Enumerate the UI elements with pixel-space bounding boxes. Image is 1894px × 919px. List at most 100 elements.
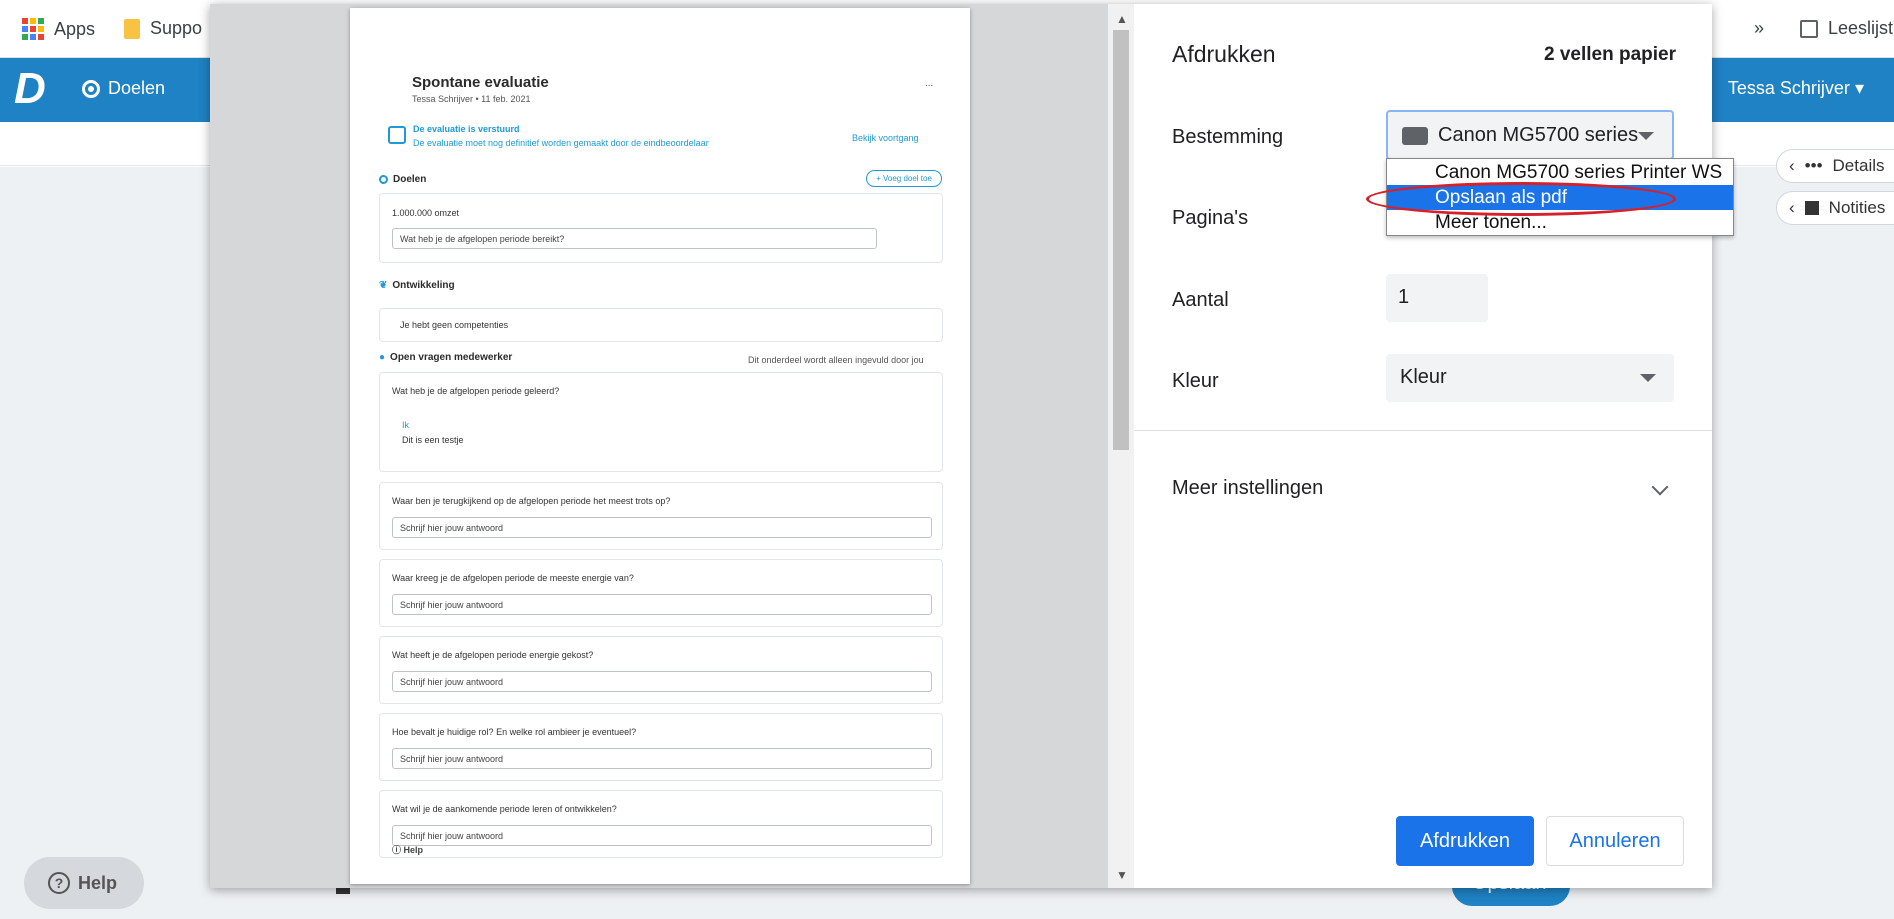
dropdown-option-printer[interactable]: Canon MG5700 series Printer WS: [1387, 160, 1733, 185]
preview-scroll-thumb[interactable]: [1113, 30, 1129, 450]
sheet-count: 2 vellen papier: [1543, 44, 1676, 65]
app-logo[interactable]: D: [14, 65, 54, 113]
notities-label: Notities: [1828, 198, 1886, 217]
question-text: Waar ben je terugkijkend op de afgelopen…: [392, 496, 671, 506]
question-text: Hoe bevalt je huidige rol? En welke rol …: [392, 727, 637, 737]
question-card: Wat heeft je de afgelopen periode energi…: [379, 636, 943, 704]
nav-doelen-label: Doelen: [108, 78, 166, 98]
chevron-left-icon: ‹: [1789, 198, 1795, 217]
competences-card: Je hebt geen competenties: [379, 308, 943, 342]
print-settings: Afdrukken 2 vellen papier Bestemming Can…: [1134, 4, 1712, 888]
reading-list-icon: [1800, 19, 1818, 38]
progress-link: Bekijk voortgang: [852, 133, 919, 143]
add-goal-label: Voeg doel toe: [882, 174, 932, 183]
question-text: Wat heb je de afgelopen periode geleerd?: [392, 386, 560, 396]
printer-icon: [1402, 127, 1428, 145]
info-note: Dit onderdeel wordt alleen ingevuld door…: [748, 355, 924, 365]
question-card: Wat heb je de afgelopen periode geleerd?…: [379, 372, 943, 472]
sprout-icon: ❦: [379, 280, 388, 291]
color-value: Kleur: [1400, 366, 1447, 388]
print-button[interactable]: Afdrukken: [1396, 816, 1534, 866]
nav-doelen[interactable]: Doelen: [82, 78, 165, 99]
section-doelen-label: Doelen: [393, 174, 427, 185]
answer-textarea: Schrijf hier jouw antwoord: [392, 671, 932, 692]
notities-button[interactable]: ‹ Notities: [1776, 191, 1894, 225]
question-text: Waar kreeg je de afgelopen periode de me…: [392, 573, 634, 583]
destination-select[interactable]: Canon MG5700 series: [1386, 110, 1674, 160]
answer-textarea: Schrijf hier jouw antwoord: [392, 825, 932, 846]
color-label: Kleur: [1172, 370, 1219, 392]
caret-down-icon: ▾: [1854, 78, 1864, 98]
sent-title: De evaluatie is verstuurd: [413, 124, 520, 134]
answer-textarea: Schrijf hier jouw antwoord: [392, 517, 932, 538]
bookmark-support[interactable]: Suppo: [124, 18, 202, 39]
chevron-left-icon: ‹: [1789, 156, 1795, 175]
question-icon: ?: [48, 872, 70, 894]
question-text: Wat heeft je de afgelopen periode energi…: [392, 650, 594, 660]
target-icon: [379, 175, 388, 184]
pages-label: Pagina's: [1172, 207, 1249, 229]
copies-label: Aantal: [1172, 289, 1229, 311]
apps-grid-icon: [22, 18, 44, 40]
help-label: Help: [78, 872, 118, 893]
help-button[interactable]: ? Help: [24, 857, 144, 909]
reading-list-label: Leeslijst: [1828, 18, 1894, 38]
scroll-down-icon[interactable]: ▼: [1116, 868, 1128, 882]
calendar-icon: [388, 126, 406, 144]
highlight-annotation: [1366, 182, 1676, 216]
bookmark-apps-label: Apps: [54, 18, 96, 39]
question-card: Wat wil je de aankomende periode leren o…: [379, 790, 943, 858]
target-icon: [82, 79, 100, 98]
cancel-button[interactable]: Annuleren: [1546, 816, 1684, 866]
goal-name: 1.000.000 omzet: [392, 208, 460, 218]
question-card: Waar ben je terugkijkend op de afgelopen…: [379, 482, 943, 550]
copies-input[interactable]: 1: [1386, 274, 1488, 322]
print-dialog: Spontane evaluatie Tessa Schrijver • 11 …: [210, 4, 1712, 888]
preview-page: Spontane evaluatie Tessa Schrijver • 11 …: [350, 8, 970, 884]
section-ontwikkeling-label: Ontwikkeling: [392, 280, 455, 291]
goal-card: 1.000.000 omzet Wat heb je de afgelopen …: [379, 193, 943, 263]
page-help: ⓘ Help: [392, 845, 424, 855]
user-icon: ●: [379, 352, 386, 363]
answer-text: Dit is een testje: [402, 435, 464, 445]
chevron-down-icon[interactable]: [1651, 478, 1669, 496]
page-help-label: Help: [403, 845, 424, 855]
print-title: Afdrukken: [1172, 41, 1276, 67]
settings-divider: [1134, 430, 1712, 431]
section-open-questions: ● Open vragen medewerker: [379, 352, 512, 363]
note-icon: [1804, 201, 1819, 215]
color-select[interactable]: Kleur: [1386, 354, 1674, 402]
details-button[interactable]: ‹ ••• Details: [1776, 149, 1894, 183]
details-label: Details: [1832, 156, 1885, 175]
user-menu[interactable]: Tessa Schrijver ▾: [1728, 78, 1864, 99]
more-settings-toggle[interactable]: Meer instellingen: [1172, 477, 1323, 500]
section-doelen: Doelen: [379, 174, 426, 185]
bookmark-apps[interactable]: Apps: [22, 18, 95, 40]
bookmarks-more-button[interactable]: »: [1754, 18, 1764, 39]
question-card: Waar kreeg je de afgelopen periode de me…: [379, 559, 943, 627]
more-icon: •••: [1804, 156, 1823, 175]
question-text: Wat wil je de aankomende periode leren o…: [392, 804, 617, 814]
scroll-up-icon[interactable]: ▲: [1116, 12, 1128, 26]
destination-value: Canon MG5700 series: [1438, 124, 1639, 146]
reading-list-button[interactable]: Leeslijst: [1800, 18, 1893, 39]
add-goal-button: + Voeg doel toe: [866, 170, 942, 187]
answer-textarea: Schrijf hier jouw antwoord: [392, 748, 932, 769]
page-subtitle: Tessa Schrijver • 11 feb. 2021: [412, 94, 531, 104]
section-open-questions-label: Open vragen medewerker: [390, 352, 513, 363]
page-title: Spontane evaluatie: [412, 74, 549, 91]
bookmark-support-label: Suppo: [150, 18, 203, 38]
dropdown-arrow-icon: [1638, 132, 1654, 140]
answer-author: Ik: [402, 420, 410, 430]
bookmarks-more-label: »: [1754, 18, 1765, 38]
user-name: Tessa Schrijver: [1727, 78, 1850, 98]
no-competences: Je hebt geen competenties: [400, 320, 509, 330]
print-preview: Spontane evaluatie Tessa Schrijver • 11 …: [210, 4, 1134, 888]
dropdown-arrow-icon: [1640, 374, 1656, 382]
sent-text: De evaluatie moet nog definitief worden …: [413, 138, 709, 148]
folder-icon: [124, 18, 140, 39]
question-card: Hoe bevalt je huidige rol? En welke rol …: [379, 713, 943, 781]
page-menu-icon: ...: [925, 78, 934, 89]
section-ontwikkeling: ❦ Ontwikkeling: [379, 280, 455, 291]
answer-textarea: Schrijf hier jouw antwoord: [392, 594, 932, 615]
